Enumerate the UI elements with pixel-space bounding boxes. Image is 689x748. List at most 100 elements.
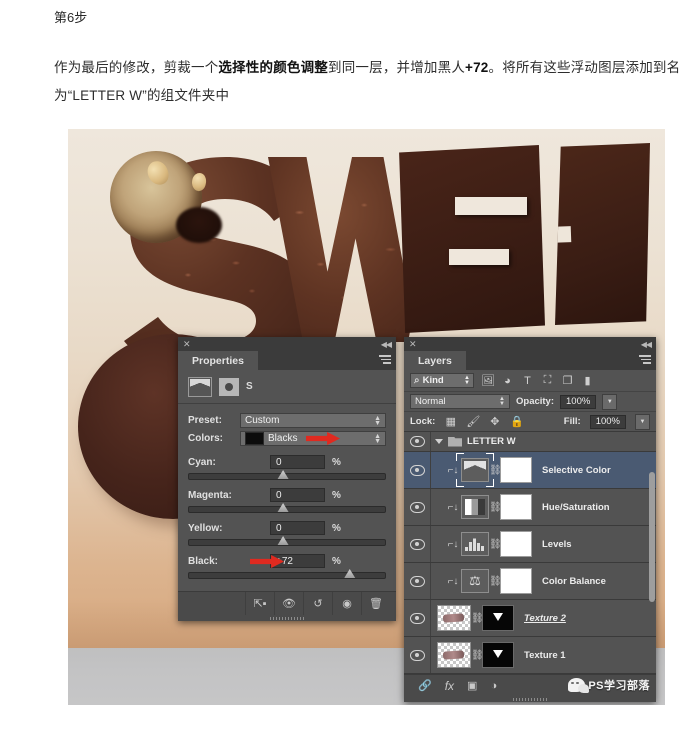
adjustment-layer-filter-icon[interactable]: ◕	[501, 375, 514, 387]
layer-list: LETTER W ⌐↓ ⛓ Selective Color ⌐↓ ⛓ Hue/S…	[404, 432, 656, 674]
layer-thumbnail[interactable]	[437, 642, 471, 668]
cyan-value[interactable]: 0	[270, 455, 325, 469]
yellow-slider-track[interactable]	[188, 536, 386, 546]
layer-mask-thumbnail[interactable]	[500, 531, 532, 557]
link-icon[interactable]: ⛓	[489, 502, 502, 513]
fill-value[interactable]: 100%	[589, 414, 626, 429]
hue-saturation-icon[interactable]	[461, 495, 489, 519]
layer-thumbnail[interactable]	[437, 605, 471, 631]
preset-dropdown[interactable]: Custom ▲ ▼	[240, 413, 386, 428]
black-unit: %	[332, 555, 341, 567]
layer-row-texture-1[interactable]: ⛓ Texture 1	[404, 637, 656, 674]
toggle-previous-icon[interactable]: 👁	[274, 592, 303, 615]
visibility-toggle[interactable]	[404, 563, 431, 599]
layer-row-selective-color[interactable]: ⌐↓ ⛓ Selective Color	[404, 452, 656, 489]
properties-panel[interactable]: ✕ ◀◀ Properties S Preset: Custom ▲ ▼ Col…	[178, 337, 396, 621]
black-value[interactable]: +72	[270, 554, 325, 568]
clipping-mask-icon: ⌐↓	[447, 538, 459, 550]
panel-resize-grip[interactable]	[178, 615, 396, 621]
layer-mask-thumbnail[interactable]	[482, 642, 514, 668]
close-icon[interactable]: ✕	[409, 339, 417, 349]
pixel-layer-filter-icon[interactable]: 🖼	[481, 374, 495, 387]
chevron-down-icon[interactable]	[435, 439, 443, 444]
opacity-chevron-down-icon[interactable]: ▼	[602, 393, 618, 410]
magenta-slider-track[interactable]	[188, 503, 386, 513]
color-balance-icon[interactable]: ⚖	[461, 569, 489, 593]
yellow-slider-thumb[interactable]	[277, 536, 289, 545]
lock-transparency-icon[interactable]: ▦	[444, 415, 457, 428]
blend-mode-dropdown[interactable]: Normal ▲ ▼	[410, 394, 510, 409]
layer-mask-thumbnail[interactable]	[500, 457, 532, 483]
layer-mask-thumbnail[interactable]	[482, 605, 514, 631]
close-icon[interactable]: ✕	[183, 339, 191, 349]
eye-icon	[409, 575, 425, 587]
link-icon[interactable]: ⛓	[489, 539, 502, 550]
visibility-icon[interactable]: ◉	[332, 592, 361, 615]
cyan-slider-track[interactable]	[188, 470, 386, 480]
link-layers-icon[interactable]: 🔗	[418, 679, 432, 692]
levels-icon[interactable]	[461, 532, 489, 556]
layers-panel[interactable]: ✕ ◀◀ Layers ⌕ Kind ▲ ▼ 🖼 ◕ T ⛶ ❐ ▮ Norma…	[404, 337, 656, 702]
reset-icon[interactable]: ↺	[303, 592, 332, 615]
layer-style-icon[interactable]: fx	[445, 679, 454, 693]
tab-layers[interactable]: Layers	[404, 351, 466, 370]
clip-to-layer-icon[interactable]: ⇱▪	[245, 592, 274, 615]
smart-object-filter-icon[interactable]: ❐	[561, 374, 574, 387]
mask-thumbnail-icon[interactable]	[219, 377, 239, 396]
layer-row-hue-saturation[interactable]: ⌐↓ ⛓ Hue/Saturation	[404, 489, 656, 526]
visibility-toggle[interactable]	[404, 432, 431, 451]
layer-list-scrollbar[interactable]	[649, 472, 655, 602]
add-mask-icon[interactable]: ▣	[467, 679, 477, 692]
wechat-icon	[568, 678, 590, 693]
visibility-toggle[interactable]	[404, 637, 431, 673]
visibility-toggle[interactable]	[404, 452, 431, 488]
cyan-slider-thumb[interactable]	[277, 470, 289, 479]
kind-filter-dropdown[interactable]: ⌕ Kind ▲ ▼	[410, 373, 474, 388]
visibility-toggle[interactable]	[404, 489, 431, 525]
clipping-mask-icon: ⌐↓	[447, 501, 459, 513]
link-icon[interactable]: ⛓	[471, 613, 484, 624]
panel-resize-grip[interactable]	[404, 696, 656, 702]
lock-position-icon[interactable]: ✥	[488, 415, 501, 428]
black-slider-thumb[interactable]	[344, 569, 356, 578]
black-slider-track[interactable]	[188, 569, 386, 579]
yellow-value[interactable]: 0	[270, 521, 325, 535]
panel-menu-icon[interactable]	[379, 355, 391, 365]
link-icon[interactable]: ⛓	[471, 650, 484, 661]
blend-mode-bar: Normal ▲ ▼ Opacity: 100% ▼	[404, 392, 656, 412]
lock-image-icon[interactable]: 🖌	[466, 415, 480, 428]
layer-name: Levels	[542, 538, 572, 550]
opacity-value[interactable]: 100%	[560, 394, 597, 409]
delete-icon[interactable]: 🗑	[361, 592, 390, 615]
type-layer-filter-icon[interactable]: T	[521, 375, 534, 387]
magenta-slider-thumb[interactable]	[277, 503, 289, 512]
blend-mode-value: Normal	[415, 396, 446, 407]
selective-color-icon[interactable]	[456, 453, 494, 487]
lock-all-icon[interactable]: 🔒	[510, 415, 524, 428]
visibility-toggle[interactable]	[404, 526, 431, 562]
link-icon[interactable]: ⛓	[489, 465, 502, 476]
layer-mask-thumbnail[interactable]	[500, 494, 532, 520]
tabstrip-filler	[466, 351, 656, 370]
magenta-value[interactable]: 0	[270, 488, 325, 502]
description-bold-2: +72	[465, 60, 489, 75]
colors-dropdown[interactable]: Blacks ▲ ▼	[240, 431, 386, 446]
layer-row-texture-2[interactable]: ⛓ Texture 2	[404, 600, 656, 637]
tab-properties[interactable]: Properties	[178, 351, 258, 370]
new-adjustment-icon[interactable]: ◑	[490, 680, 497, 692]
layer-row-levels[interactable]: ⌐↓ ⛓ Levels	[404, 526, 656, 563]
eye-icon	[409, 501, 425, 513]
visibility-toggle[interactable]	[404, 600, 431, 636]
layer-row-color-balance[interactable]: ⌐↓ ⚖ ⛓ Color Balance	[404, 563, 656, 600]
link-icon[interactable]: ⛓	[489, 576, 502, 587]
fill-chevron-down-icon[interactable]: ▼	[635, 413, 650, 430]
toggle-filter-icon[interactable]: ▮	[581, 374, 594, 387]
collapse-icon[interactable]: ◀◀	[381, 340, 392, 349]
layer-mask-thumbnail[interactable]	[500, 568, 532, 594]
layer-row-letter-w-group[interactable]: LETTER W	[404, 432, 656, 452]
panel-menu-icon[interactable]	[639, 355, 651, 365]
shape-layer-filter-icon[interactable]: ⛶	[541, 374, 554, 387]
collapse-icon[interactable]: ◀◀	[641, 340, 652, 349]
layer-name: Hue/Saturation	[542, 501, 610, 513]
description-part-2: 到同一层，并增加黑人	[328, 60, 466, 75]
